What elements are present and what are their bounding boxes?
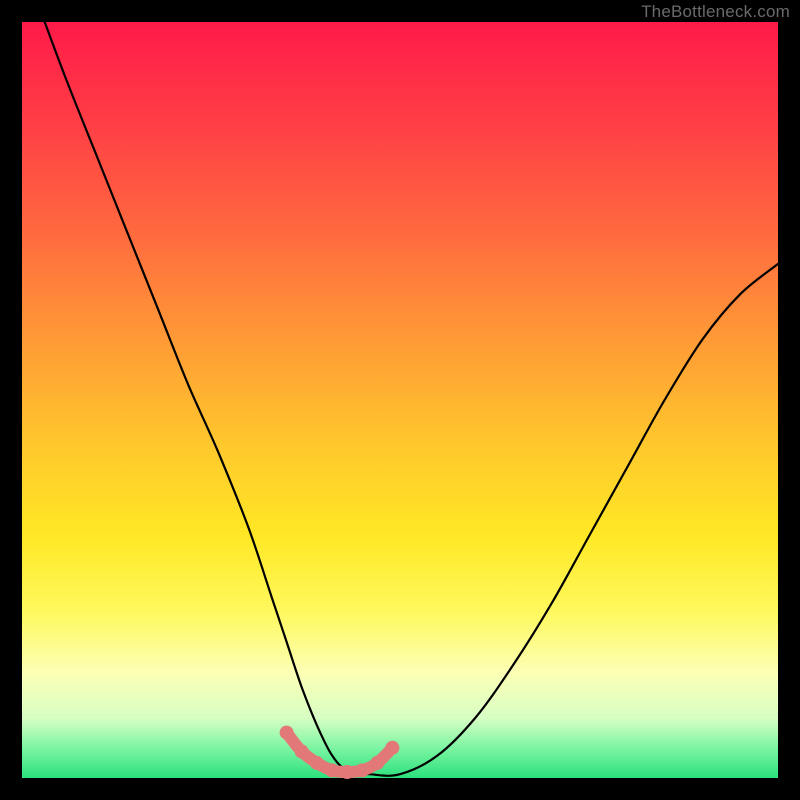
trough-dot	[325, 763, 339, 777]
trough-dot	[370, 756, 384, 770]
watermark-text: TheBottleneck.com	[641, 2, 790, 22]
bottleneck-curve	[45, 22, 778, 776]
trough-dot	[310, 756, 324, 770]
plot-area	[22, 22, 778, 778]
trough-dot	[355, 763, 369, 777]
trough-dot	[295, 745, 309, 759]
trough-dot	[340, 765, 354, 779]
trough-dot	[280, 726, 294, 740]
chart-frame: TheBottleneck.com	[0, 0, 800, 800]
curve-layer	[22, 22, 778, 778]
trough-dot	[385, 741, 399, 755]
